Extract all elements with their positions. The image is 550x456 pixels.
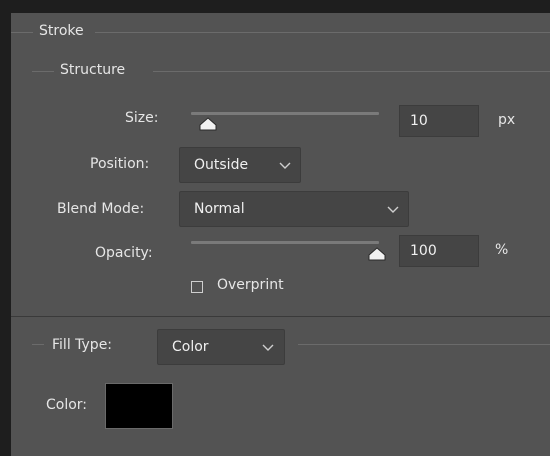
fill-type-value: Color xyxy=(172,339,209,355)
fill-rule-left xyxy=(32,344,44,345)
color-swatch[interactable] xyxy=(105,383,173,429)
fill-type-label: Fill Type: xyxy=(52,337,113,353)
position-dropdown[interactable]: Outside xyxy=(179,147,301,183)
opacity-input[interactable]: 100 xyxy=(399,235,479,267)
size-slider-thumb[interactable] xyxy=(199,117,217,131)
position-label: Position: xyxy=(90,156,150,172)
size-unit: px xyxy=(498,112,516,128)
chevron-down-icon xyxy=(262,344,274,351)
stroke-panel: Stroke Structure Size: 10 px Position: O… xyxy=(11,13,550,456)
stroke-rule-left xyxy=(11,32,33,33)
blend-mode-dropdown[interactable]: Normal xyxy=(179,191,409,227)
structure-rule-right xyxy=(153,71,550,72)
overprint-checkbox[interactable] xyxy=(191,281,203,293)
chevron-down-icon xyxy=(279,162,291,169)
overprint-label[interactable]: Overprint xyxy=(217,277,284,293)
section-divider xyxy=(11,316,550,317)
blend-mode-value: Normal xyxy=(194,201,245,217)
size-input[interactable]: 10 xyxy=(399,105,479,137)
structure-rule-left xyxy=(32,71,54,72)
position-value: Outside xyxy=(194,157,249,173)
stroke-rule-right xyxy=(95,32,550,33)
opacity-unit: % xyxy=(495,242,509,258)
size-label: Size: xyxy=(125,110,159,126)
chevron-down-icon xyxy=(387,206,399,213)
size-slider-track[interactable] xyxy=(191,112,379,115)
structure-title: Structure xyxy=(60,62,126,78)
opacity-label: Opacity: xyxy=(95,245,153,261)
fill-type-dropdown[interactable]: Color xyxy=(157,329,285,365)
opacity-slider-thumb[interactable] xyxy=(368,247,386,261)
color-label: Color: xyxy=(46,397,88,413)
fill-rule-right xyxy=(298,344,550,345)
opacity-slider-track[interactable] xyxy=(191,241,379,244)
blend-mode-label: Blend Mode: xyxy=(57,201,145,217)
stroke-title: Stroke xyxy=(39,23,84,39)
